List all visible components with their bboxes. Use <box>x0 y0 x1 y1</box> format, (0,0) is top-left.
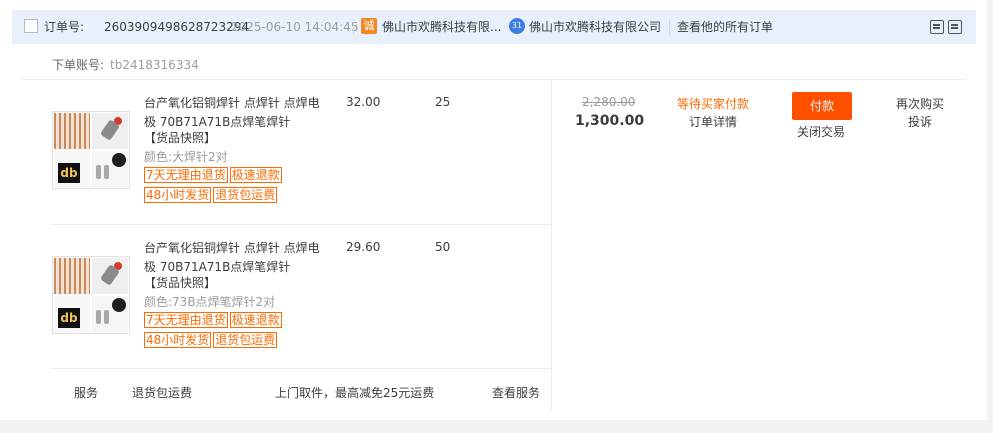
product-image-part: db <box>54 151 90 187</box>
order-status: 等待买家付款 <box>677 97 750 111</box>
flag-icon[interactable] <box>948 20 962 34</box>
product-image-part: db <box>58 308 80 328</box>
service-tag[interactable]: 退货包运费 <box>213 332 278 348</box>
pay-button[interactable]: 付款 <box>792 92 852 120</box>
service-name: 退货包运费 <box>132 386 193 400</box>
tmall-shop-icon: 诚 <box>361 18 377 34</box>
order-number: 2603909498628723294 <box>104 20 250 34</box>
message-icon[interactable] <box>930 20 944 34</box>
seller-name-link[interactable]: 佛山市欢腾科技有限公司 <box>529 20 661 34</box>
order-account-row: 下单账号: tb2418316334 <box>52 56 199 73</box>
order-card: 订单号: 2603909498628723294 2025-06-10 14:0… <box>0 0 987 420</box>
product-title-link[interactable]: 台产氧化铝铜焊针 点焊针 点焊电极 70B71A71B点焊笔焊针 <box>144 239 324 277</box>
service-tag[interactable]: 7天无理由退货 <box>144 312 228 328</box>
order-item: db 台产氧化铝铜焊针 点焊针 点焊电极 70B71A71B点焊笔焊针 【货品快… <box>52 225 550 368</box>
service-tag[interactable]: 退货包运费 <box>213 187 278 203</box>
service-tags: 7天无理由退货 极速退款 48小时发货 退货包运费 <box>144 167 324 207</box>
shop-name-link[interactable]: 佛山市欢腾科技有限... <box>382 20 501 34</box>
account-value: tb2418316334 <box>110 58 199 72</box>
original-price: 2,280.00 <box>582 95 636 109</box>
view-service-link[interactable]: 查看服务 <box>492 384 540 401</box>
unit-price: 32.00 <box>346 95 381 109</box>
product-spec: 颜色:大焊针2对 <box>144 150 228 164</box>
header-divider <box>669 19 670 35</box>
divider <box>551 80 552 410</box>
order-header: 订单号: 2603909498628723294 2025-06-10 14:0… <box>12 10 976 44</box>
service-tags: 7天无理由退货 极速退款 48小时发货 退货包运费 <box>144 312 324 352</box>
quantity: 25 <box>435 95 451 109</box>
service-tag[interactable]: 极速退款 <box>229 167 282 183</box>
service-tag[interactable]: 48小时发货 <box>144 187 212 203</box>
close-order-link[interactable]: 关闭交易 <box>797 123 845 140</box>
product-image-part: db <box>58 163 80 183</box>
complain-link[interactable]: 投诉 <box>908 113 932 130</box>
product-image-part: db <box>54 296 90 332</box>
header-divider <box>353 19 354 35</box>
quantity: 50 <box>435 240 451 254</box>
service-tag[interactable]: 48小时发货 <box>144 332 212 348</box>
service-label: 服务 <box>74 386 99 400</box>
snapshot-link[interactable]: 【货品快照】 <box>144 275 216 291</box>
rebuy-link[interactable]: 再次购买 <box>896 95 944 112</box>
snapshot-link[interactable]: 【货品快照】 <box>144 130 216 146</box>
product-title-link[interactable]: 台产氧化铝铜焊针 点焊针 点焊电极 70B71A71B点焊笔焊针 <box>144 94 324 132</box>
product-thumbnail[interactable]: db <box>52 111 130 189</box>
product-image-part <box>92 296 128 332</box>
order-number-label: 订单号: <box>44 20 85 34</box>
total-price: 1,300.00 <box>575 113 645 129</box>
view-all-orders-link[interactable]: 查看他的所有订单 <box>677 20 773 34</box>
product-image-part <box>92 151 128 187</box>
chat-icon[interactable]: 31 <box>509 18 525 34</box>
order-time: 2025-06-10 14:04:45 <box>231 20 359 34</box>
order-checkbox[interactable] <box>24 19 38 33</box>
account-label: 下单账号: <box>52 58 105 72</box>
product-image-part <box>54 113 90 149</box>
divider <box>52 368 551 369</box>
service-description: 上门取件，最高减免25元运费 <box>275 386 435 400</box>
unit-price: 29.60 <box>346 240 381 254</box>
product-spec: 颜色:73B点焊笔焊针2对 <box>144 295 276 309</box>
service-tag[interactable]: 7天无理由退货 <box>144 167 228 183</box>
service-tag[interactable]: 极速退款 <box>229 312 282 328</box>
product-image-part <box>54 258 90 294</box>
product-thumbnail[interactable]: db <box>52 256 130 334</box>
product-image-part <box>92 258 128 294</box>
product-image-part <box>92 113 128 149</box>
order-item: db 台产氧化铝铜焊针 点焊针 点焊电极 70B71A71B点焊笔焊针 【货品快… <box>52 80 550 224</box>
order-detail-link[interactable]: 订单详情 <box>689 113 737 130</box>
